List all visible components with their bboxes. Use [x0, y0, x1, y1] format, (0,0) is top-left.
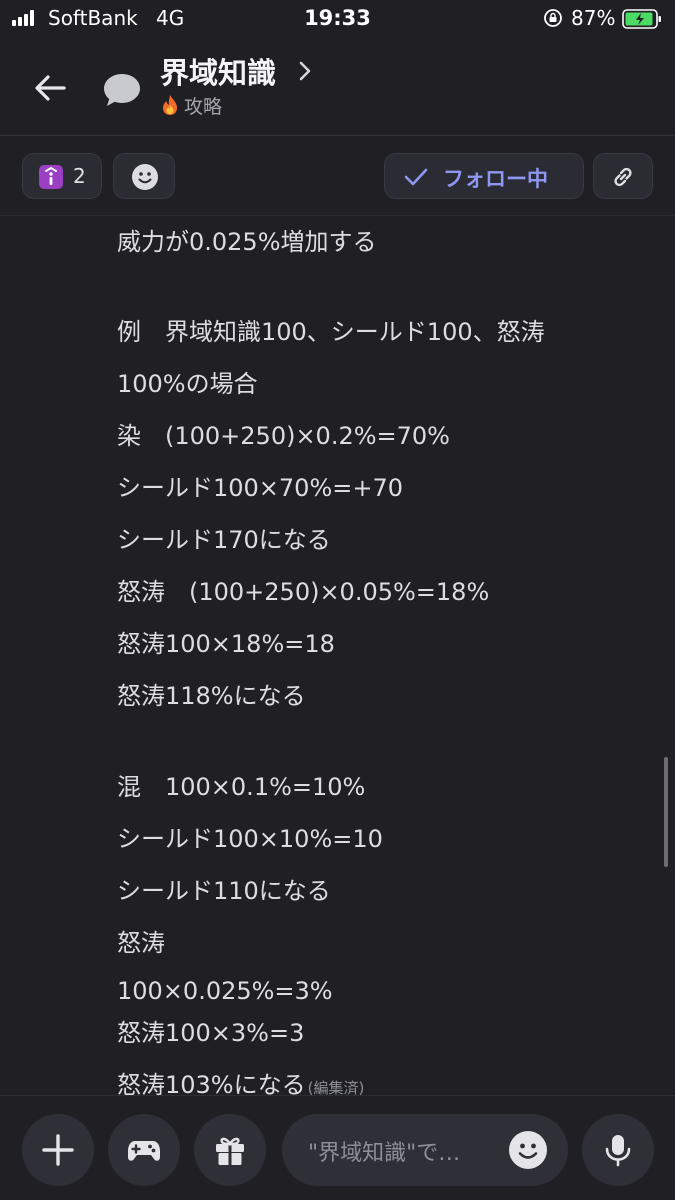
battery-icon: [622, 9, 661, 29]
message-content: 威力が0.025%増加する 例 界域知識100、シールド100、怒涛 100%の…: [0, 217, 675, 1095]
back-arrow-icon[interactable]: [28, 66, 72, 110]
message-line: 混 100×0.1%=10%: [117, 773, 366, 801]
channel-header: 界域知識 攻略: [0, 40, 675, 136]
channel-title[interactable]: 界域知識: [160, 50, 276, 92]
gift-icon: [216, 1137, 244, 1165]
emoji-picker-icon[interactable]: [508, 1130, 548, 1170]
smiley-icon: [132, 164, 158, 190]
link-icon: [614, 167, 632, 187]
composer-bar: "界域知識"で…: [0, 1095, 675, 1200]
message-line: 威力が0.025%増加する: [117, 228, 377, 256]
message-line: 怒涛100×3%=3: [117, 1019, 305, 1047]
message-line: シールド110になる: [117, 877, 331, 905]
info-count-button[interactable]: 2: [22, 153, 102, 199]
message-input-placeholder[interactable]: "界域知識"で…: [308, 1135, 460, 1167]
message-line: シールド100×10%=10: [117, 825, 383, 853]
message-line: シールド170になる: [117, 526, 331, 554]
status-bar: SoftBank 4G 19:33 87%: [0, 0, 675, 40]
message-line: 100%の場合: [117, 370, 258, 398]
add-button[interactable]: [22, 1114, 94, 1186]
info-badge-icon: [39, 165, 63, 189]
follow-button[interactable]: フォロー中: [384, 153, 584, 199]
follow-label: フォロー中: [443, 167, 548, 191]
gamepad-icon: [128, 1141, 160, 1161]
message-line-text: 怒涛103%になる: [117, 1071, 306, 1095]
message-line: 怒涛 (100+250)×0.05%=18%: [117, 578, 490, 606]
check-icon: [404, 168, 428, 186]
message-line-last: 怒涛103%になる (編集済): [117, 1065, 364, 1095]
microphone-icon: [605, 1135, 631, 1167]
message-line: シールド100×70%=+70: [117, 474, 404, 502]
message-line: 染 (100+250)×0.2%=70%: [117, 422, 450, 450]
message-line: 例 界域知識100、シールド100、怒涛: [117, 318, 545, 346]
count-label: 2: [73, 164, 86, 188]
thread-toolbar: 2 フォロー中: [0, 136, 675, 216]
copy-link-button[interactable]: [593, 153, 653, 199]
message-input[interactable]: "界域知識"で…: [282, 1114, 568, 1186]
reaction-button[interactable]: [113, 153, 175, 199]
battery-percent: 87%: [571, 6, 616, 30]
fire-icon: [163, 95, 177, 115]
chevron-right-icon[interactable]: [296, 59, 314, 83]
message-line: 怒涛: [117, 929, 165, 957]
edited-label: (編集済): [307, 1079, 365, 1095]
channel-category: 攻略: [160, 92, 222, 119]
chat-bubble-icon: [104, 74, 140, 106]
lock-rotation-icon: [544, 9, 562, 27]
plus-icon: [42, 1134, 74, 1166]
message-line: 怒涛100×18%=18: [117, 630, 335, 658]
gift-button[interactable]: [194, 1114, 266, 1186]
message-line: 怒涛118%になる: [117, 682, 306, 710]
category-label: 攻略: [184, 96, 223, 118]
activities-button[interactable]: [108, 1114, 180, 1186]
message-line: 100×0.025%=3%: [117, 977, 333, 1005]
voice-button[interactable]: [582, 1114, 654, 1186]
scrollbar[interactable]: [664, 757, 668, 867]
